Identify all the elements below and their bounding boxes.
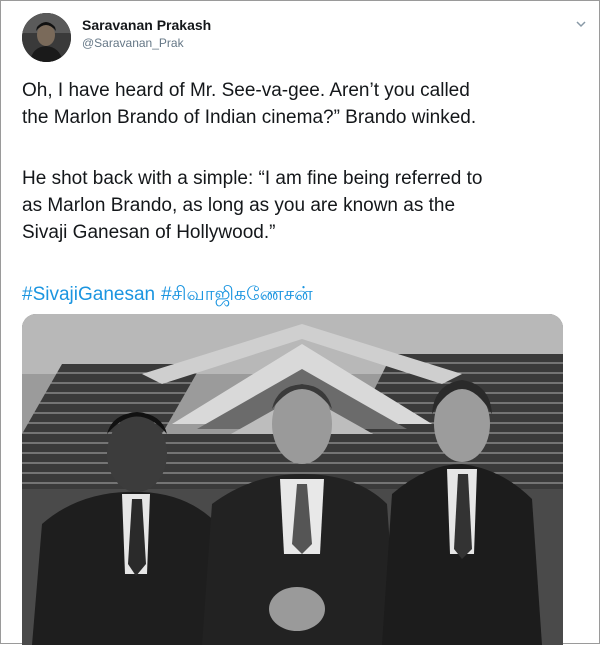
tweet-text-line: Sivaji Ganesan of Hollywood.” [22, 222, 276, 243]
chevron-down-icon[interactable] [575, 17, 587, 29]
avatar[interactable] [22, 13, 71, 62]
hashtags: #SivajiGanesan #சிவாஜிகணேசன் [22, 281, 582, 308]
tweet-photo[interactable] [22, 314, 563, 645]
tweet-text-line: He shot back with a simple: “I am fine b… [22, 168, 483, 189]
tweet-card: Saravanan Prakash @Saravanan_Prak Oh, I … [0, 0, 600, 645]
user-handle[interactable]: @Saravanan_Prak [82, 36, 184, 50]
hashtag-link[interactable]: #சிவாஜிகணேசன் [161, 284, 313, 305]
display-name[interactable]: Saravanan Prakash [82, 17, 211, 33]
tweet-text-line: the Marlon Brando of Indian cinema?” Bra… [22, 107, 477, 128]
tweet-text-line: as Marlon Brando, as long as you are kno… [22, 195, 456, 216]
tweet-text-line: Oh, I have heard of Mr. See-va-gee. Aren… [22, 80, 470, 101]
hashtag-link[interactable]: #SivajiGanesan [22, 284, 155, 305]
